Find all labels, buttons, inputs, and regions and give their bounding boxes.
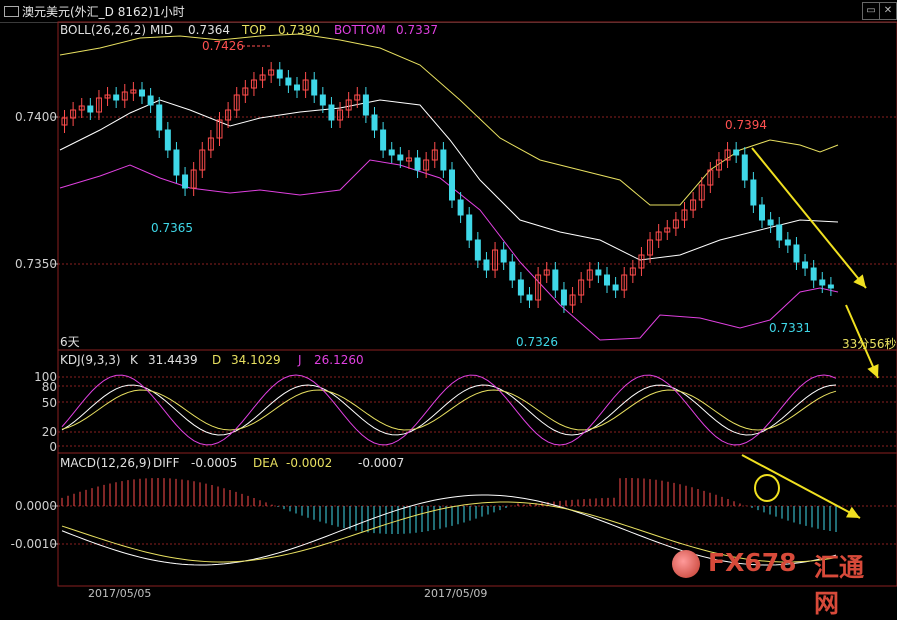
macd-ytick-1: -0.0010 (10, 537, 57, 551)
candle-body (552, 269, 559, 291)
period-label: 6天 (60, 335, 80, 349)
candle-body (466, 214, 473, 241)
candle-body (776, 224, 783, 241)
annotation-low-left: 0.7365 (151, 221, 193, 235)
boll-mid-label: MID (150, 23, 174, 37)
candle-body (612, 284, 619, 291)
boll-top-value: 0.7390 (278, 23, 320, 37)
candle-body (560, 289, 567, 306)
macd-diff-label: DIFF (153, 456, 180, 470)
candle-body (440, 149, 447, 171)
macd-dea-value: -0.0002 (286, 456, 333, 470)
candle-body (156, 104, 163, 131)
macd-value: -0.0007 (358, 456, 405, 470)
candle-body (767, 219, 774, 226)
candle-body (827, 284, 834, 289)
candle-body (733, 149, 740, 156)
candle-body (449, 169, 455, 201)
candle-body (517, 279, 524, 296)
kdj-k-value: 31.4439 (148, 353, 198, 367)
annotation-high-right: 0.7394 (725, 118, 767, 132)
macd-dea-label: DEA (253, 456, 279, 470)
candle-body (604, 274, 610, 286)
x-date-0: 2017/05/05 (88, 587, 152, 600)
kdj-d-value: 34.1029 (231, 353, 281, 367)
logo-brand-cn: 汇通网 (814, 553, 865, 618)
fx678-logo: FX678 汇通网 (672, 548, 882, 618)
candle-body (457, 199, 464, 216)
candle-body (784, 239, 791, 246)
trend-arrow-macd (741, 454, 861, 519)
annotation-low-mid: 0.7326 (516, 335, 558, 349)
candle-body (819, 279, 826, 286)
candle-body (483, 259, 490, 271)
boll-top-label: TOP (242, 23, 267, 37)
annotation-high-left: 0.7426 (202, 39, 244, 53)
kdj-ytick-80: 80 (41, 380, 57, 394)
candle-body (759, 204, 765, 221)
boll-bottom-value: 0.7337 (396, 23, 438, 37)
logo-emblem-icon (672, 550, 700, 578)
candle-body (380, 129, 387, 151)
candle-body (750, 179, 757, 206)
trend-arrow-upper-head (853, 274, 866, 288)
candle-body (311, 79, 318, 96)
boll-indicator-label: BOLL(26,26,2) (60, 23, 147, 37)
candle-body (182, 174, 189, 189)
candle-body (741, 154, 748, 181)
candle-body (87, 105, 94, 113)
candle-body (595, 269, 602, 276)
candle-body (173, 149, 180, 176)
candle-body (328, 104, 335, 121)
boll-ytick-0: 0.7400 (15, 110, 57, 124)
macd-diff-value: -0.0005 (191, 456, 238, 470)
candle-body (509, 261, 516, 281)
candle-body (500, 249, 507, 263)
candle-body (810, 267, 817, 281)
macd-indicator-label: MACD(12,26,9) (60, 456, 152, 470)
candle-body (414, 157, 421, 171)
candle-body (276, 69, 283, 79)
candle-body (474, 239, 481, 261)
kdj-indicator-label: KDJ(9,3,3) (60, 353, 121, 367)
kdj-ytick-50: 50 (41, 396, 57, 410)
candle-body (113, 94, 120, 101)
highlight-circle (754, 474, 780, 502)
kdj-ytick-20: 20 (41, 425, 57, 439)
candle-body (397, 154, 404, 161)
macd-ytick-0: 0.0000 (15, 499, 57, 513)
candle-body (147, 95, 154, 106)
annotation-low-right: 0.7331 (769, 321, 811, 335)
kdj-j-value: 26.1260 (314, 353, 364, 367)
candle-body (362, 94, 369, 116)
candle-body (526, 294, 533, 301)
x-date-1: 2017/05/09 (424, 587, 488, 600)
kdj-ytick-0: 0 (49, 440, 57, 454)
candle-body (285, 77, 292, 86)
candle-body (164, 129, 171, 151)
kdj-j-label: J (298, 353, 302, 367)
candle-body (793, 244, 800, 263)
kdj-k-label: K (130, 353, 138, 367)
candle-body (371, 114, 378, 131)
countdown-label: 33分56秒 (842, 337, 897, 351)
logo-brand: FX678 (708, 548, 797, 577)
kdj-d-label: D (212, 353, 222, 367)
candle-body (319, 94, 326, 106)
candle-body (294, 84, 300, 91)
boll-mid-value: 0.7364 (188, 23, 230, 37)
chart-canvas[interactable] (0, 0, 897, 602)
boll-bottom-label: BOTTOM (334, 23, 386, 37)
candle-body (802, 261, 809, 269)
candle-body (139, 89, 145, 97)
trend-arrow-upper (751, 147, 867, 289)
boll-ytick-1: 0.7350 (15, 257, 57, 271)
candle-body (388, 149, 395, 156)
